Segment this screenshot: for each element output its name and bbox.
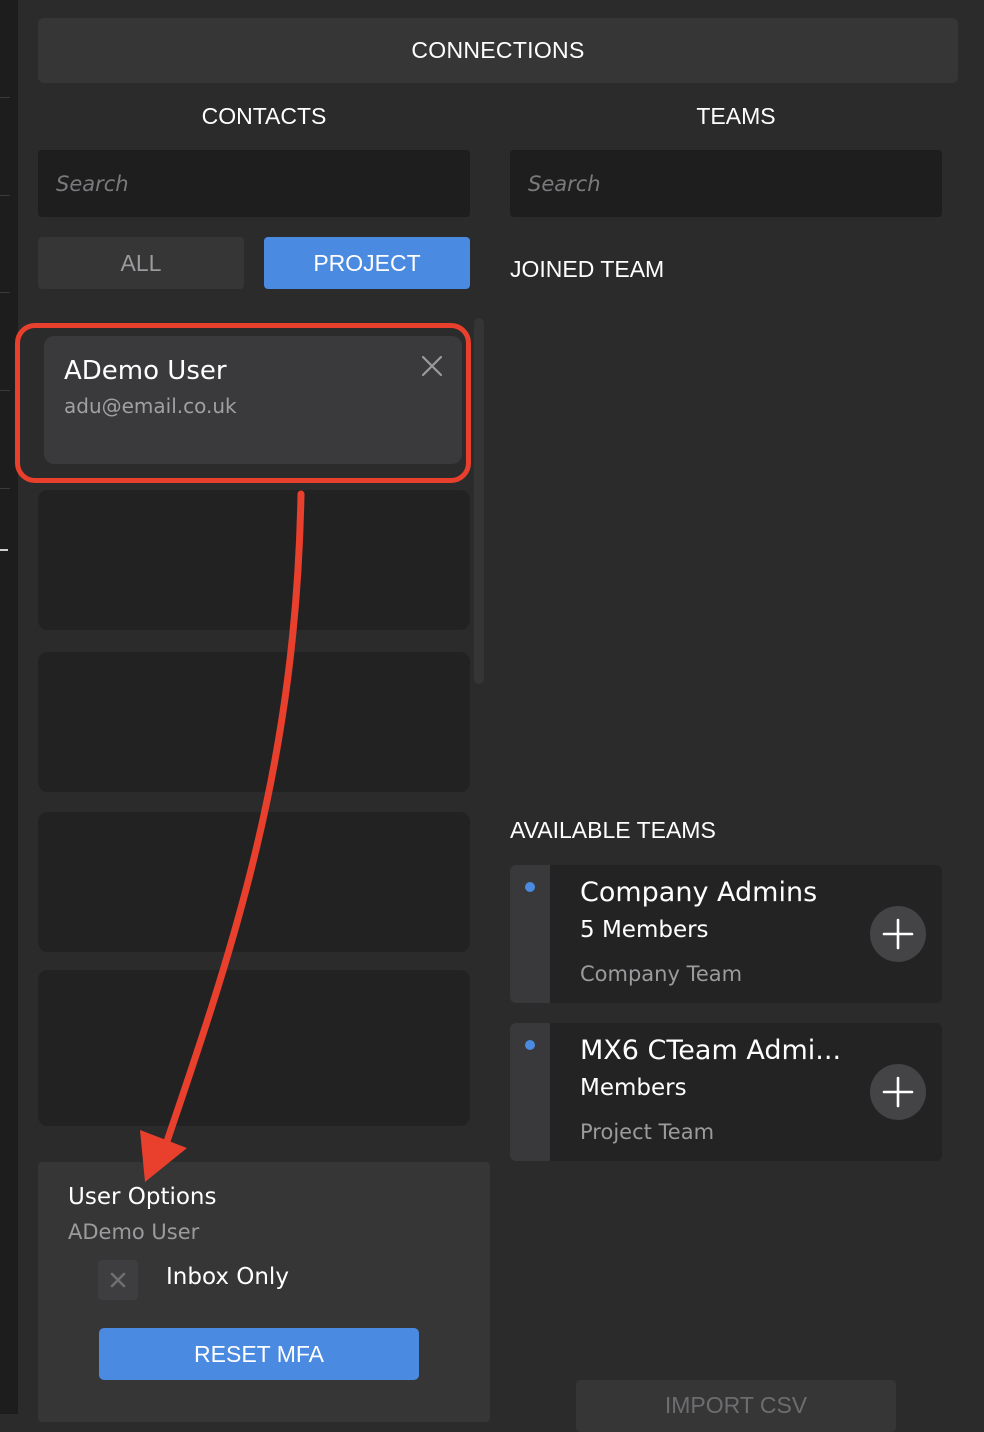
- annotation-arrow-icon: [140, 490, 305, 1182]
